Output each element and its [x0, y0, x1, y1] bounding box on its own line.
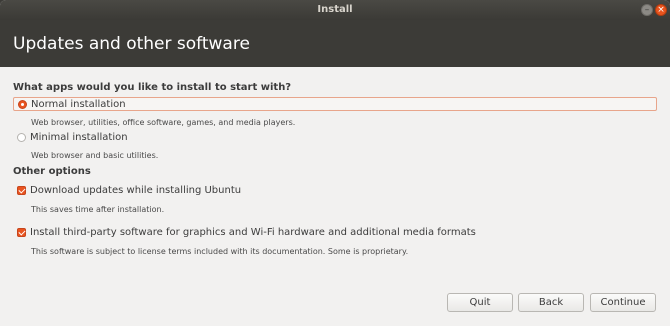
window-title: Install [317, 4, 353, 15]
minimal-installation-label: Minimal installation [30, 132, 128, 143]
checkbox-download-updates[interactable] [17, 186, 26, 195]
third-party-software-label: Install third-party software for graphic… [30, 227, 476, 238]
checkbox-third-party-software[interactable] [17, 228, 26, 237]
minimal-installation-option[interactable]: Minimal installation [13, 131, 657, 145]
radio-normal-installation[interactable] [18, 100, 27, 109]
minimize-icon: – [644, 5, 650, 15]
back-button[interactable]: Back [518, 293, 584, 312]
installer-window: Install – × Updates and other software W… [0, 0, 670, 326]
third-party-software-option[interactable]: Install third-party software for graphic… [13, 226, 573, 240]
page-header: Updates and other software [0, 20, 670, 67]
normal-installation-description: Web browser, utilities, office software,… [31, 118, 296, 127]
download-updates-description: This saves time after installation. [31, 205, 165, 214]
download-updates-option[interactable]: Download updates while installing Ubuntu [13, 184, 313, 198]
normal-installation-label: Normal installation [31, 99, 126, 110]
content-area: What apps would you like to install to s… [0, 67, 670, 326]
page-title: Updates and other software [13, 34, 250, 54]
quit-button[interactable]: Quit [447, 293, 513, 312]
third-party-software-description: This software is subject to license term… [31, 247, 409, 256]
close-button[interactable]: × [655, 4, 667, 16]
continue-button[interactable]: Continue [590, 293, 656, 312]
title-bar[interactable]: Install – × [0, 0, 670, 20]
normal-installation-option[interactable]: Normal installation [13, 97, 657, 111]
question-heading: What apps would you like to install to s… [13, 82, 292, 93]
close-icon: × [657, 5, 665, 15]
download-updates-label: Download updates while installing Ubuntu [30, 185, 242, 196]
minimize-button[interactable]: – [641, 4, 653, 16]
other-options-heading: Other options [13, 166, 91, 177]
radio-minimal-installation[interactable] [17, 133, 26, 142]
minimal-installation-description: Web browser and basic utilities. [31, 151, 159, 160]
